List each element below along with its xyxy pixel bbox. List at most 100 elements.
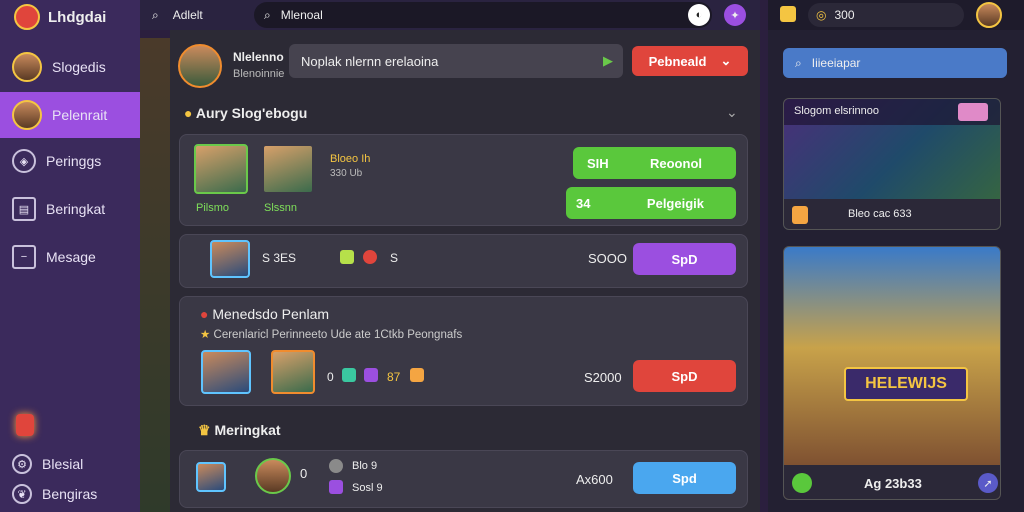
sidebar-item-1[interactable]: Slogedis xyxy=(0,44,140,90)
shield-icon: ◈ xyxy=(12,149,36,173)
offer-price: S2000 xyxy=(584,370,622,385)
store-icon: ▤ xyxy=(12,197,36,221)
leaf-icon: ❦ xyxy=(12,484,32,504)
orb-icon xyxy=(329,459,343,473)
sidebar-item-label: Blesial xyxy=(42,456,84,472)
sidebar-item-label: Pelenrait xyxy=(52,107,108,123)
claim-button[interactable]: SIH Reoonol xyxy=(573,147,736,179)
rank-stat: Blo 9 xyxy=(352,460,378,472)
coin-icon: ◎ xyxy=(816,8,827,22)
sidebar-item-label: Slogedis xyxy=(52,59,106,75)
star-icon: ★ xyxy=(200,329,211,341)
upgrade-label: Pelgeigik xyxy=(646,195,704,211)
logo-icon xyxy=(14,4,40,30)
rank-num: 0 xyxy=(300,466,308,481)
send-icon[interactable]: ▶ xyxy=(603,53,613,69)
sidebar-item-3[interactable]: ◈ Peringgs xyxy=(0,138,140,184)
offer-portrait[interactable] xyxy=(201,350,251,394)
gem-icon xyxy=(342,368,356,382)
search-label: Adlelt xyxy=(172,8,203,22)
search-input[interactable]: ⌕ Mlenoal xyxy=(254,2,712,28)
hero-name: Pilsmo xyxy=(196,202,230,214)
sidebar-item-5[interactable]: − Mesage xyxy=(0,234,140,280)
hero-sub: 330 Ub xyxy=(330,168,363,179)
search-icon: ⌕ xyxy=(795,55,802,70)
item-portrait[interactable] xyxy=(210,240,250,278)
promo-banner: HELEWIJS xyxy=(844,367,968,401)
promo-title: Slogom elsrinnoo xyxy=(794,105,879,117)
promo-stats: Bleo cac 633 xyxy=(848,208,912,220)
user-avatar[interactable] xyxy=(976,2,1002,28)
section-title-text: Aury Slog'ebogu xyxy=(195,105,308,121)
offer-desc-text: Cerenlaricl Perinneeto Ude ate 1Ctkb Peo… xyxy=(213,329,463,341)
claim-amount: SIH xyxy=(587,155,609,171)
hero-stats: Bloeo Ih xyxy=(330,153,371,165)
share-icon[interactable]: ➚ xyxy=(978,473,998,493)
currency-display[interactable]: ◎ 300 xyxy=(808,3,964,27)
rank-stat: Sosl 9 xyxy=(352,482,383,494)
search-icon: ⌕ xyxy=(264,7,271,22)
search-nav[interactable]: ⌕ Adlelt xyxy=(152,8,203,23)
item-stats: S 3ES xyxy=(262,251,297,265)
shield-icon xyxy=(792,206,808,224)
right-search-value: Iiieeiapar xyxy=(811,56,861,70)
upgrade-amount: 34 xyxy=(576,195,591,211)
app-logo[interactable]: Lhdgdai xyxy=(14,4,106,30)
sidebar-item-label: Mesage xyxy=(46,249,96,265)
heart-icon xyxy=(363,250,377,264)
lamp-icon xyxy=(16,414,34,436)
sidebar-item-label: Peringgs xyxy=(46,153,102,169)
buy-button[interactable]: SpD xyxy=(633,360,736,392)
rank-price: Ax600 xyxy=(576,472,613,487)
top-action-label: Pebneald xyxy=(648,53,707,69)
buy-button[interactable]: SpD xyxy=(633,243,736,275)
sidebar-item-2[interactable]: Pelenrait xyxy=(0,92,140,138)
buy-button[interactable]: Spd xyxy=(633,462,736,494)
app-title: Lhdgdai xyxy=(48,8,107,26)
message-icon: − xyxy=(12,245,36,269)
sidebar-footer-2[interactable]: ❦ Bengiras xyxy=(0,474,140,512)
profile-avatar[interactable] xyxy=(178,44,222,88)
avatar[interactable] xyxy=(255,458,291,494)
hero-portrait[interactable] xyxy=(194,144,248,194)
sidebar-item-label: Beringkat xyxy=(46,201,106,217)
sword-icon[interactable] xyxy=(196,462,226,492)
section-title: ● Aury Slog'ebogu xyxy=(184,105,307,121)
offer-title: ● Menedsdo Penlam xyxy=(200,306,329,322)
item-price: SOOO xyxy=(588,251,628,266)
offer-count: 87 xyxy=(387,370,401,384)
search-value: Mlenoal xyxy=(280,8,323,22)
message-input-value: Noplak nlernn erelaoina xyxy=(301,53,439,69)
offer-title-text: Menedsdo Penlam xyxy=(212,306,330,322)
right-search-input[interactable]: ⌕ Iiieeiapar xyxy=(783,48,1007,78)
hero-portrait[interactable] xyxy=(262,144,314,194)
message-input[interactable]: Noplak nlernn erelaoina ▶ xyxy=(289,44,623,78)
sidebar-item-label: Bengiras xyxy=(42,486,98,502)
crown-icon: ♛ xyxy=(198,422,211,438)
promo-card-2[interactable]: HELEWIJS Ag 23b33 ➚ xyxy=(783,246,1001,500)
promo-card-1[interactable]: Slogom elsrinnoo Bleo cac 633 xyxy=(783,98,1001,230)
theme-icon[interactable]: ◐ xyxy=(688,4,710,26)
claim-label: Reoonol xyxy=(650,155,702,171)
coin-icon xyxy=(792,473,812,493)
trophy-icon: ● xyxy=(184,105,193,121)
avatar-icon xyxy=(12,52,42,82)
top-action-button[interactable]: Pebneald ⌄ xyxy=(632,46,748,76)
background-art xyxy=(140,38,170,512)
gem-icon xyxy=(329,480,343,494)
heart-count: S xyxy=(390,251,399,265)
wallet-icon[interactable] xyxy=(780,6,796,22)
offer-num: 0 xyxy=(327,370,334,384)
search-icon: ⌕ xyxy=(152,8,159,22)
currency-value: 300 xyxy=(834,8,855,22)
section-title-text: Meringkat xyxy=(214,422,281,438)
gem-icon xyxy=(364,368,378,382)
gear-icon: ⚙ xyxy=(12,454,32,474)
gem-icon xyxy=(340,250,354,264)
chevron-down-icon[interactable]: ⌄ xyxy=(726,104,738,121)
upgrade-button[interactable]: 34 Pelgeigik xyxy=(566,187,736,219)
gift-icon[interactable] xyxy=(958,103,988,121)
offer-portrait[interactable] xyxy=(271,350,315,394)
badge-icon[interactable]: ✦ xyxy=(724,4,746,26)
sidebar-item-4[interactable]: ▤ Beringkat xyxy=(0,186,140,232)
